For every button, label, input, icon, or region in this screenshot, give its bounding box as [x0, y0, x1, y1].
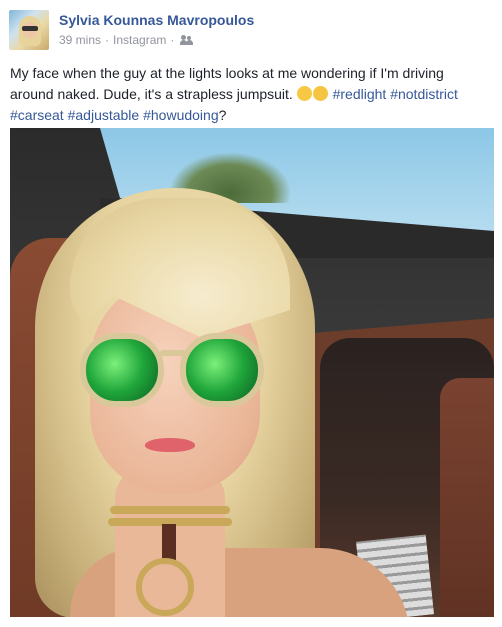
post-text: My face when the guy at the lights looks… [10, 63, 490, 126]
post-meta: 39 mins · Instagram · [59, 33, 194, 47]
post-text-end: ? [218, 107, 227, 123]
face-screaming-emoji [312, 86, 328, 101]
author-name[interactable]: Sylvia Kounnas Mavropoulos [59, 12, 254, 28]
car-seat-right [440, 378, 494, 617]
friends-icon[interactable] [180, 35, 194, 45]
choker-ring [136, 558, 194, 616]
hashtag-notdistrict[interactable]: #notdistrict [390, 86, 458, 102]
facebook-post: Sylvia Kounnas Mavropoulos 39 mins · Ins… [0, 0, 502, 627]
post-time[interactable]: 39 mins [59, 33, 101, 47]
sunglasses-bridge [160, 350, 186, 356]
hashtag-adjustable[interactable]: #adjustable [68, 107, 140, 123]
hashtag-howudoing[interactable]: #howudoing [143, 107, 219, 123]
post-photo[interactable] [10, 128, 494, 617]
lips [145, 438, 195, 452]
choker-band [110, 506, 230, 514]
post-source[interactable]: Instagram [113, 33, 166, 47]
grinning-squint-face-emoji [296, 86, 312, 101]
author-avatar[interactable] [9, 10, 49, 50]
hashtag-redlight[interactable]: #redlight [333, 86, 387, 102]
sunglasses-lens-left [80, 333, 164, 407]
sunglasses-lens-right [180, 333, 264, 407]
hashtag-carseat[interactable]: #carseat [10, 107, 64, 123]
